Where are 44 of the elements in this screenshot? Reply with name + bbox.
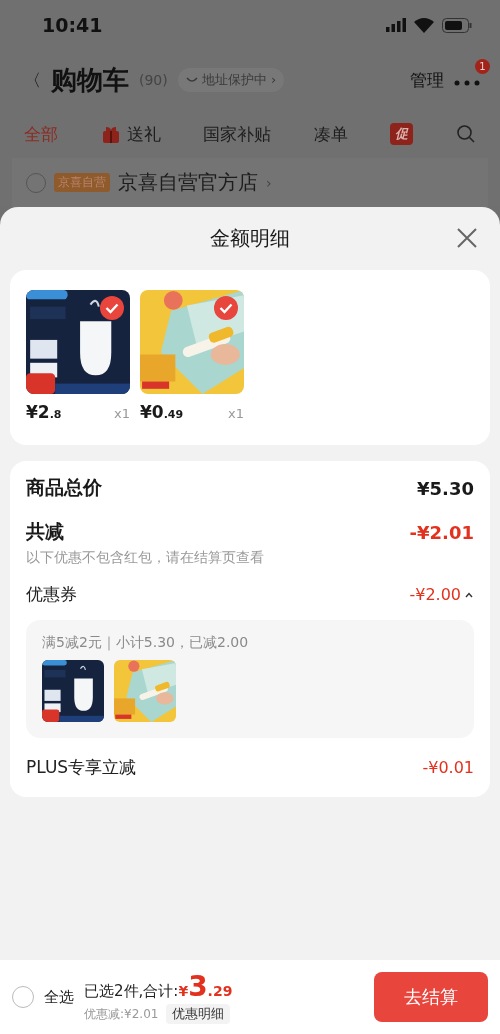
check-icon[interactable] (214, 296, 238, 320)
store-name[interactable]: 京喜自营官方店 (118, 169, 258, 196)
gift-icon (100, 124, 121, 144)
selection-summary: 已选2件,合计: (84, 982, 179, 1001)
discount-details-button[interactable]: 优惠明细 (166, 1004, 231, 1024)
discount-label: 共减 (26, 519, 64, 544)
product-quantity: x1 (228, 406, 244, 421)
tab[interactable]: 国家补贴 (203, 122, 272, 146)
checkout-button[interactable]: 去结算 (374, 972, 488, 1022)
chevron-icon: › (266, 174, 272, 191)
product-price: ¥0.49 (140, 402, 184, 422)
signal-icon (386, 18, 406, 32)
plus-discount-value: -¥0.01 (422, 758, 474, 777)
status-time: 10:41 (42, 14, 103, 36)
caret-icon[interactable] (464, 590, 474, 599)
coupon-label: 优惠券 (26, 583, 77, 606)
tab[interactable]: 送礼 (100, 122, 161, 146)
product-price: ¥2.8 (26, 402, 62, 422)
page-title: 购物车 (51, 63, 129, 97)
saved-amount: 优惠减:¥2.01 (84, 1005, 159, 1023)
address-protection-button[interactable]: 地址保护中 › (177, 68, 285, 92)
total-price: ¥3.29 (178, 970, 233, 1003)
wifi-icon (414, 17, 434, 33)
tab[interactable]: 凑单 (313, 122, 348, 146)
total-label: 商品总价 (26, 475, 102, 500)
sheet-title: 金额明细 (210, 225, 290, 252)
plus-discount-label: PLUS专享立减 (26, 756, 137, 779)
more-icon[interactable] (454, 79, 480, 86)
promo-tab[interactable]: 促 (390, 123, 414, 145)
coupon-value: -¥2.00 (409, 585, 461, 604)
notification-badge: 1 (475, 58, 490, 74)
battery-icon (442, 17, 472, 33)
back-button[interactable]: 〈 (24, 68, 41, 92)
product-quantity: x1 (114, 406, 130, 421)
manage-button[interactable]: 管理 (410, 68, 444, 92)
store-tag: 京喜自营 (54, 173, 110, 192)
coupon-rule: 满5减2元｜小计5.30，已减2.00 (42, 634, 250, 652)
discount-note: 以下优惠不包含红包，请在结算页查看 (26, 549, 265, 567)
discount-value: -¥2.01 (409, 521, 474, 543)
select-all-label[interactable]: 全选 (44, 987, 74, 1007)
smile-icon (185, 76, 198, 84)
check-icon[interactable] (100, 296, 124, 320)
search-icon[interactable] (455, 124, 476, 144)
total-value: ¥5.30 (417, 477, 474, 499)
